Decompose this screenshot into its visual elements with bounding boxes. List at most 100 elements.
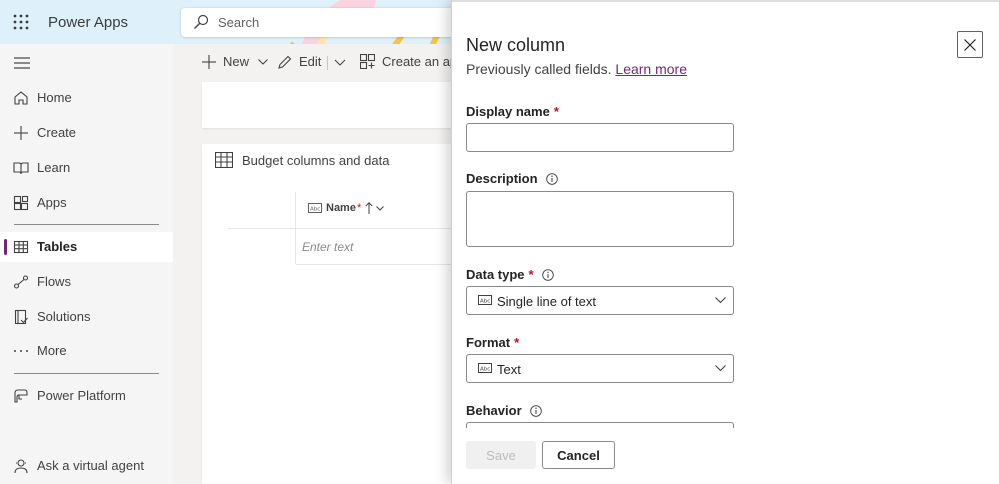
behavior-label: Behavior bbox=[466, 403, 542, 418]
sidebar-item-label: Apps bbox=[37, 195, 67, 210]
panel-top-border bbox=[452, 0, 999, 2]
edit-button[interactable]: Edit bbox=[278, 54, 321, 69]
required-asterisk: * bbox=[553, 104, 559, 119]
data-type-dropdown[interactable]: Abc Single line of text bbox=[466, 286, 734, 315]
sidebar-item-power-platform[interactable]: Power Platform bbox=[0, 381, 173, 411]
panel-title: New column bbox=[466, 35, 566, 55]
chevron-down-icon bbox=[376, 205, 385, 211]
cell-input[interactable]: Enter text bbox=[302, 240, 353, 254]
edit-button-label: Edit bbox=[299, 54, 322, 69]
sidebar-item-label: Power Platform bbox=[37, 388, 126, 403]
sidebar-item-home[interactable]: Home bbox=[0, 83, 173, 113]
name-column-header[interactable]: Abc Name * bbox=[308, 202, 385, 214]
row-divider bbox=[296, 264, 453, 265]
book-icon bbox=[13, 162, 29, 175]
flow-icon bbox=[13, 275, 29, 289]
description-label: Description bbox=[466, 171, 558, 186]
columns-data-card: Budget columns and data Abc Name * Enter… bbox=[202, 144, 453, 484]
chevron-down-icon bbox=[327, 56, 346, 70]
sidebar-divider bbox=[14, 373, 159, 374]
sidebar-item-label: Learn bbox=[37, 160, 71, 175]
table-icon bbox=[215, 152, 233, 168]
create-app-icon bbox=[360, 54, 375, 69]
format-label: Format * bbox=[466, 335, 519, 350]
required-asterisk: * bbox=[514, 335, 520, 350]
create-app-button[interactable]: Create an app bbox=[360, 54, 464, 69]
display-name-label: Display name * bbox=[466, 104, 559, 119]
close-button[interactable] bbox=[957, 31, 983, 58]
apps-icon bbox=[13, 195, 29, 211]
new-button-label: New bbox=[223, 54, 250, 69]
label-text: Description bbox=[466, 171, 538, 186]
table-icon bbox=[13, 240, 29, 254]
label-text: Behavior bbox=[466, 403, 522, 418]
text-field-icon: Abc bbox=[478, 363, 492, 373]
selection-indicator bbox=[4, 239, 7, 255]
app-launcher-icon[interactable] bbox=[13, 14, 29, 30]
required-asterisk: * bbox=[528, 267, 534, 282]
sidebar-item-learn[interactable]: Learn bbox=[0, 153, 173, 183]
display-name-input[interactable] bbox=[466, 123, 734, 152]
hamburger-icon[interactable] bbox=[14, 57, 30, 69]
sidebar-item-flows[interactable]: Flows bbox=[0, 267, 173, 297]
data-type-value: Single line of text bbox=[497, 294, 597, 309]
new-column-panel: New column Previously called fields. Lea… bbox=[451, 0, 999, 484]
sort-ascending-icon bbox=[365, 202, 373, 214]
sidebar-item-label: Tables bbox=[37, 239, 78, 254]
format-value: Text bbox=[497, 362, 521, 377]
info-icon[interactable] bbox=[541, 268, 554, 281]
search-input[interactable]: Search bbox=[218, 15, 259, 30]
search-box[interactable]: Search bbox=[181, 8, 481, 37]
svg-text:Abc: Abc bbox=[480, 299, 490, 305]
column-name: Name bbox=[326, 202, 356, 214]
chevron-down-icon bbox=[715, 297, 726, 304]
close-icon bbox=[964, 38, 976, 51]
more-icon bbox=[14, 350, 28, 352]
edit-dropdown[interactable] bbox=[327, 56, 360, 70]
sidebar-item-label: Ask a virtual agent bbox=[37, 458, 144, 473]
sidebar-item-solutions[interactable]: Solutions bbox=[0, 302, 173, 332]
required-asterisk: * bbox=[356, 202, 362, 214]
sidebar-item-label: Home bbox=[37, 90, 72, 105]
svg-text:Abc: Abc bbox=[310, 207, 320, 213]
home-icon bbox=[14, 91, 28, 105]
cancel-button[interactable]: Cancel bbox=[542, 441, 615, 469]
panel-footer: Save Cancel bbox=[452, 428, 999, 484]
new-button[interactable]: New bbox=[202, 54, 275, 69]
format-dropdown[interactable]: Abc Text bbox=[466, 354, 734, 383]
solutions-icon bbox=[14, 309, 28, 325]
sidebar-item-apps[interactable]: Apps bbox=[0, 188, 173, 218]
card-title: Budget columns and data bbox=[242, 153, 390, 168]
label-text: Display name bbox=[466, 104, 550, 119]
description-input[interactable] bbox=[466, 191, 734, 247]
power-platform-icon bbox=[14, 389, 28, 403]
sidebar: Home Create Learn Apps Tables Flows Solu… bbox=[0, 44, 173, 484]
search-icon bbox=[194, 14, 209, 29]
sidebar-item-label: Solutions bbox=[37, 309, 91, 324]
app-title[interactable]: Power Apps bbox=[48, 14, 128, 31]
save-button[interactable]: Save bbox=[466, 441, 536, 469]
sidebar-item-tables[interactable]: Tables bbox=[0, 232, 173, 262]
table-info-card bbox=[202, 82, 453, 128]
command-bar: New Edit Create an app bbox=[173, 44, 464, 82]
sidebar-item-label: Flows bbox=[37, 274, 71, 289]
svg-text:Abc: Abc bbox=[480, 367, 490, 373]
agent-icon bbox=[14, 459, 28, 474]
sidebar-item-virtual-agent[interactable]: Ask a virtual agent bbox=[0, 451, 173, 481]
sidebar-item-more[interactable]: More bbox=[0, 336, 173, 366]
info-icon[interactable] bbox=[529, 404, 542, 417]
info-icon[interactable] bbox=[545, 172, 558, 185]
subtitle-text: Previously called fields. bbox=[466, 61, 612, 77]
label-text: Data type bbox=[466, 267, 525, 282]
sidebar-item-label: Create bbox=[37, 125, 77, 140]
chevron-down-icon bbox=[715, 365, 726, 372]
pencil-icon bbox=[278, 55, 292, 69]
plus-icon bbox=[202, 54, 216, 69]
chevron-down-icon bbox=[258, 58, 268, 65]
sidebar-item-label: More bbox=[37, 343, 67, 358]
plus-icon bbox=[14, 126, 28, 140]
main-content: New Edit Create an app Budget columns an… bbox=[173, 44, 464, 484]
learn-more-link[interactable]: Learn more bbox=[615, 61, 687, 77]
header-divider bbox=[228, 228, 453, 229]
sidebar-item-create[interactable]: Create bbox=[0, 118, 173, 148]
